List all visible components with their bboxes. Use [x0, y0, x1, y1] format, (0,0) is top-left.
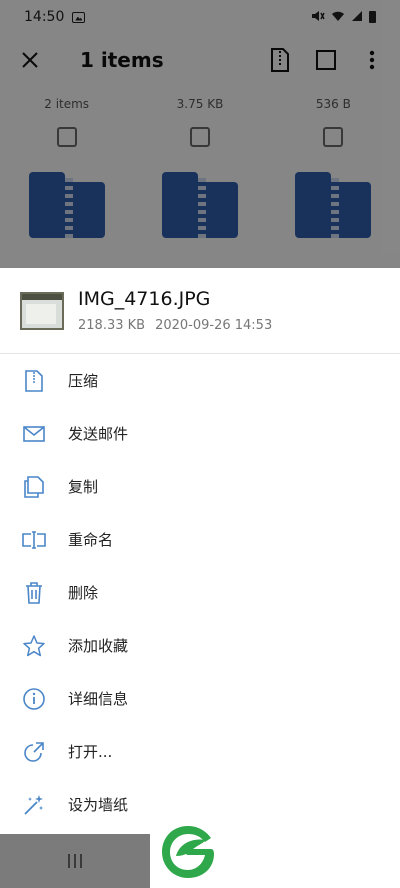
status-bar: 14:50	[0, 0, 400, 34]
more-options-icon[interactable]	[360, 48, 384, 72]
menu-item-label: 发送邮件	[68, 425, 129, 443]
menu-item-label: 压缩	[68, 372, 99, 390]
info-icon	[22, 687, 46, 711]
grid-item-info: 536 B	[315, 97, 351, 111]
recent-apps-icon	[68, 854, 82, 868]
gallery-notification-icon	[72, 11, 86, 23]
menu-item-send-mail[interactable]: 发送邮件	[0, 407, 400, 460]
grid-item-info: 3.75 KB	[176, 97, 224, 111]
menu-item-label: 复制	[68, 478, 99, 496]
select-all-checkbox[interactable]	[314, 48, 338, 72]
menu-item-details[interactable]: 详细信息	[0, 672, 400, 725]
menu-item-label: 添加收藏	[68, 637, 129, 655]
menu-item-label: 打开...	[68, 743, 113, 761]
file-size: 218.33 KB	[78, 318, 146, 333]
wifi-icon	[331, 10, 345, 25]
menu-item-label: 设为墙纸	[68, 796, 129, 814]
grid-item-info: 2 items	[44, 97, 90, 111]
menu-item-add-favorite[interactable]: 添加收藏	[0, 619, 400, 672]
zip-folder-icon[interactable]	[28, 172, 105, 238]
zip-folder-icon[interactable]	[295, 172, 372, 238]
selection-count-title: 1 items	[80, 48, 164, 72]
file-thumbnail	[20, 291, 64, 330]
compress-icon[interactable]	[268, 48, 292, 72]
trash-icon	[22, 581, 46, 605]
selection-app-bar: 1 items	[0, 34, 400, 86]
recent-apps-button[interactable]	[0, 834, 150, 888]
zip-folder-icon[interactable]	[161, 172, 238, 238]
item-checkbox[interactable]	[323, 127, 344, 147]
copy-icon	[22, 475, 46, 499]
file-date: 2020-09-26 14:53	[155, 318, 273, 333]
menu-item-rename[interactable]: 重命名	[0, 513, 400, 566]
mail-icon	[22, 422, 46, 446]
rename-icon	[22, 528, 46, 552]
star-icon	[22, 634, 46, 658]
file-header: IMG_4716.JPG 218.33 KB 2020-09-26 14:53	[0, 268, 400, 354]
grid-checkbox-row	[0, 122, 400, 152]
leaf-logo-icon	[158, 822, 218, 882]
close-icon[interactable]	[16, 46, 44, 74]
menu-item-label: 详细信息	[68, 690, 129, 708]
grid-folder-row	[0, 172, 400, 238]
signal-icon	[351, 10, 363, 25]
file-name: IMG_4716.JPG	[78, 288, 211, 310]
system-navigation-bar	[0, 826, 400, 888]
background-file-browser: 14:50 1 items 2 items 3.75 KB 536 B	[0, 0, 400, 270]
menu-item-copy[interactable]: 复制	[0, 460, 400, 513]
menu-item-delete[interactable]: 删除	[0, 566, 400, 619]
zip-file-icon	[22, 369, 46, 393]
action-menu: 压缩 发送邮件 复制 重命名 删除 添加收藏 详细信息 打开... 设为墙纸	[0, 354, 400, 831]
battery-icon	[369, 11, 376, 23]
menu-item-label: 重命名	[68, 531, 114, 549]
menu-item-label: 删除	[68, 584, 99, 602]
wallpaper-icon	[22, 793, 46, 817]
menu-item-open-with[interactable]: 打开...	[0, 725, 400, 778]
item-checkbox[interactable]	[56, 127, 77, 147]
grid-item-info-row: 2 items 3.75 KB 536 B	[0, 86, 400, 122]
mute-icon	[311, 10, 325, 25]
status-time: 14:50	[24, 9, 65, 25]
open-with-icon	[22, 740, 46, 764]
item-checkbox[interactable]	[189, 127, 210, 147]
menu-item-compress[interactable]: 压缩	[0, 354, 400, 407]
file-actions-sheet: IMG_4716.JPG 218.33 KB 2020-09-26 14:53 …	[0, 268, 400, 834]
